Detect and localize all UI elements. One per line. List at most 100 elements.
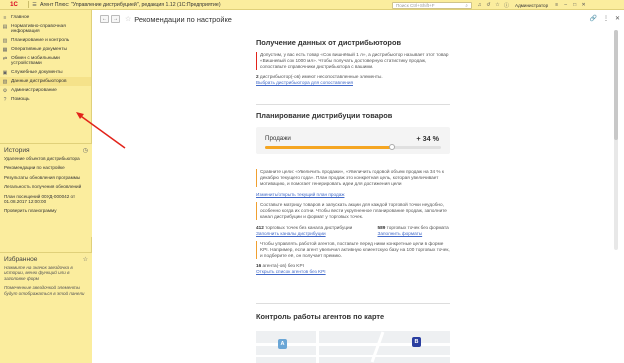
select-distributor-link[interactable]: Выбрать дистрибьютора для сопоставления [256, 80, 451, 86]
sales-target-card: Продажи + 34 % [256, 127, 450, 154]
fill-formats-link[interactable]: Заполнить форматы [378, 231, 452, 237]
link-text: Открыть список агентов без KPI [256, 269, 326, 274]
sidebar-item-help[interactable]: ? Помощь [0, 95, 91, 104]
history-item[interactable]: Удаление объектов дистрибьютора [0, 154, 92, 163]
link-icon[interactable]: 🔗 [589, 15, 596, 22]
history-icon[interactable]: ↺ [485, 2, 492, 9]
forward-button[interactable]: → [111, 15, 120, 23]
form-tools: 🔗 ⋮ ✕ [589, 15, 620, 22]
sidebar-item-admin[interactable]: ⚙ Администрирование [0, 86, 91, 95]
sidebar-item-service-docs[interactable]: ▣ Служебные документы [0, 68, 91, 77]
user-name[interactable]: Администратор [515, 3, 548, 8]
map-pin-a[interactable]: A [278, 339, 287, 349]
map-road [316, 331, 319, 363]
sidebar-item-documents[interactable]: ▦ Оперативные документы [0, 45, 91, 54]
sidebar-item-reference[interactable]: ▤ Нормативно-справочная информация [0, 22, 91, 36]
section-title: Контроль работы агентов по карте [256, 312, 385, 321]
section-title: Планирование дистрибуции товаров [256, 111, 393, 120]
info-note: Допустим, у вас есть товар «Сок вишнёвый… [256, 52, 451, 70]
unmatched-text: дистрибьютор(-ов) имеют несопоставленные… [259, 74, 383, 79]
database-icon: ▧ [2, 78, 8, 85]
agents-without-kpi-link[interactable]: Открыть список агентов без KPI [256, 269, 451, 275]
history-item[interactable]: Легальность получения обновлений [0, 182, 92, 191]
search-icon[interactable]: ⌕ [465, 3, 468, 8]
scrollbar-thumb[interactable] [614, 30, 618, 140]
sales-progress-thumb[interactable] [388, 144, 395, 150]
sales-value: + 34 % [416, 134, 439, 143]
close-icon[interactable]: ✕ [580, 2, 587, 9]
history-panel: История ◷ Удаление объектов дистрибьютор… [0, 143, 92, 237]
section-distributor-data: Получение данных от дистрибьюторов Допус… [256, 38, 451, 86]
back-button[interactable]: ← [100, 15, 109, 23]
star-icon[interactable]: ☆ [83, 256, 88, 263]
stat-text: торговых точек без канала дистрибуции [265, 225, 353, 230]
favorites-hint: Помеченные звездочкой элементы будут ото… [4, 285, 85, 296]
map-road [370, 331, 385, 363]
channel-stat: 412 торговых точек без канала дистрибуци… [256, 225, 354, 237]
link-text: Заполнить каналы дистрибуции [256, 231, 326, 236]
sales-plan-link[interactable]: Изменить/открыть текущий план продаж [256, 192, 451, 198]
history-item[interactable]: Проверить планограмму [0, 206, 92, 215]
agents-map[interactable]: A B [256, 331, 450, 363]
favorites-header: Избранное ☆ [0, 253, 92, 263]
separator [28, 1, 29, 8]
map-pin-b[interactable]: B [412, 337, 421, 347]
title-bar: 1С ☰ Агент Плюс: "Управление дистрибуцие… [0, 0, 624, 10]
help-icon: ? [3, 96, 7, 103]
sales-progress-fill [265, 146, 392, 149]
history-item[interactable]: Рекомендации по настройке [0, 163, 92, 172]
history-item[interactable]: План посещений 00УД-000042 от 01.08.2017… [0, 192, 92, 207]
sales-progress-track [265, 144, 441, 150]
kpi-note: Чтобы управлять работой агентов, поставь… [256, 241, 451, 259]
history-item[interactable]: Результаты обновления программы [0, 173, 92, 182]
link-text: Выбрать дистрибьютора для сопоставления [256, 80, 353, 85]
form-header: ← → ☆ Рекомендации по настройке [100, 14, 232, 24]
sidebar-item-distributor-data[interactable]: ▧ Данные дистрибьюторов [0, 77, 91, 87]
history-header: История ◷ [0, 144, 92, 154]
more-icon[interactable]: ⋮ [603, 15, 609, 22]
sidebar-item-label: Данные дистрибьюторов [11, 78, 67, 84]
sidebar-item-label: Нормативно-справочная информация [11, 23, 66, 35]
maximize-icon[interactable]: □ [571, 2, 578, 9]
sidebar-item-planning[interactable]: ▥ Планирование и контроль [0, 36, 91, 45]
sales-label: Продажи [265, 135, 291, 142]
favorites-hint: Нажмите на значок звездочка в истории, м… [4, 265, 73, 281]
section-map: Контроль работы агентов по карте [256, 312, 451, 321]
page-title: Рекомендации по настройке [134, 14, 232, 24]
search-placeholder: Поиск Ctrl+Shift+F [396, 2, 435, 8]
sidebar-item-main[interactable]: ≡ Главное [0, 13, 91, 22]
menu-lines-icon: ≡ [3, 14, 7, 21]
divider [256, 104, 450, 105]
stat-number: 412 [256, 225, 264, 230]
app-logo: 1С [10, 1, 18, 8]
global-search-input[interactable]: Поиск Ctrl+Shift+F ⌕ [392, 1, 472, 9]
stat-number: 16 [256, 263, 262, 268]
settings-icon[interactable]: ≡ [553, 2, 560, 9]
favorite-star-icon[interactable]: ☆ [125, 15, 131, 23]
exchange-icon: ⇄ [2, 55, 8, 62]
favorites-panel: Избранное ☆ Нажмите на значок звездочка … [0, 252, 92, 363]
scrollbar[interactable] [614, 30, 618, 250]
sidebar-item-label: Помощь [11, 96, 30, 102]
chart-icon: ▥ [2, 37, 8, 44]
section-planning: Планирование дистрибуции товаров [256, 111, 451, 120]
sidebar-item-label: Обмен с мобильными устройствами [11, 55, 60, 67]
form-close-icon[interactable]: ✕ [615, 15, 620, 22]
format-stat: 589 торговых точек без формата Заполнить… [354, 225, 452, 237]
titlebar-tools: ♫ ↺ ☆ ⓘ Администратор ≡ – □ ✕ [476, 0, 587, 10]
link-text: Заполнить форматы [377, 231, 423, 236]
bell-icon[interactable]: ♫ [476, 2, 483, 9]
history-title: История [4, 146, 30, 154]
stat-number: 589 [377, 225, 386, 230]
fill-channels-link[interactable]: Заполнить каналы дистрибуции [256, 231, 354, 237]
map-road [256, 355, 450, 357]
clock-icon[interactable]: ◷ [83, 147, 88, 154]
sidebar-item-mobile-exchange[interactable]: ⇄ Обмен с мобильными устройствами [0, 54, 91, 68]
star-icon[interactable]: ☆ [494, 2, 501, 9]
info-icon[interactable]: ⓘ [503, 2, 510, 9]
menu-icon[interactable]: ☰ [31, 1, 38, 8]
matrix-note: Составьте матрицу товаров и запускать ак… [256, 202, 451, 220]
app-title: Агент Плюс: "Управление дистрибуцией", р… [40, 1, 221, 8]
minimize-icon[interactable]: – [562, 2, 569, 9]
folder-icon: ▣ [2, 69, 8, 76]
